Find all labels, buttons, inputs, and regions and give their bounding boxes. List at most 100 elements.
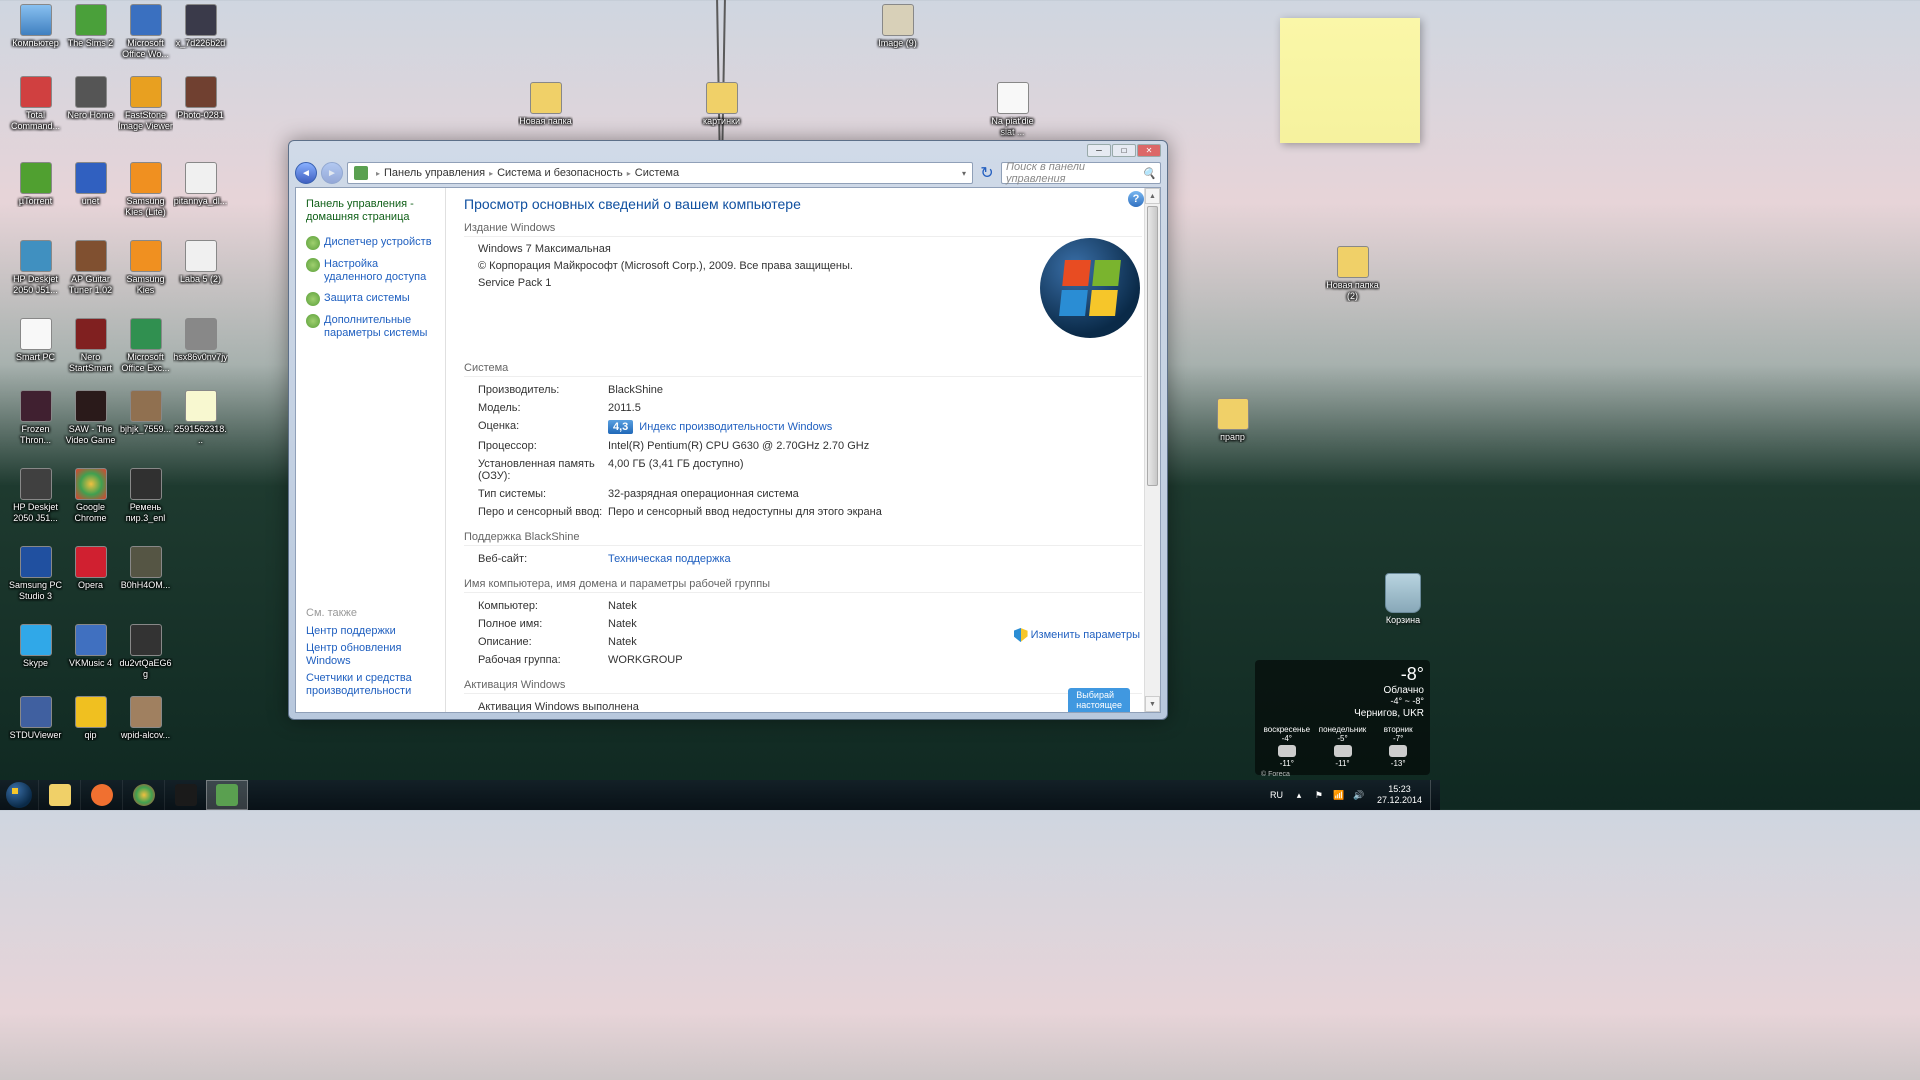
desktop-icon-photo[interactable]: Photo-0281 bbox=[173, 76, 228, 121]
desktop-icon-totalcmd[interactable]: Total Command... bbox=[8, 76, 63, 132]
support-link[interactable]: Техническая поддержка bbox=[608, 553, 1142, 565]
search-input[interactable]: Поиск в панели управления 🔍 bbox=[1001, 162, 1161, 184]
desktop-icon-vkmusic[interactable]: VKMusic 4 bbox=[63, 624, 118, 669]
desktop-icon-stdu[interactable]: STDUViewer bbox=[8, 696, 63, 741]
desktop-icon-doc3[interactable]: Na piat'die siat ... bbox=[985, 82, 1040, 138]
desktop-icon-folder2[interactable]: картинки bbox=[694, 82, 749, 127]
back-button[interactable]: ◄ bbox=[295, 162, 317, 184]
img8-icon bbox=[130, 696, 162, 728]
desktop-icon-hp2[interactable]: HP Deskjet 2050 J51... bbox=[8, 468, 63, 524]
desktop-icon-frozen[interactable]: Frozen Thron... bbox=[8, 390, 63, 446]
shield-icon bbox=[306, 236, 320, 250]
breadcrumb[interactable]: Система и безопасность bbox=[497, 167, 623, 179]
desktop-icon-word[interactable]: Microsoft Office Wo... bbox=[118, 4, 173, 60]
icon-label: STDUViewer bbox=[8, 730, 63, 741]
weather-gadget[interactable]: -8° Облачно -4° ~ -8° Чернигов, UKR воск… bbox=[1255, 660, 1430, 775]
sidebar-link[interactable]: Диспетчер устройств bbox=[306, 236, 435, 250]
section-header: Издание Windows bbox=[464, 222, 1142, 237]
change-settings-link[interactable]: Изменить параметры bbox=[1014, 628, 1140, 642]
chrome-taskbar-button[interactable] bbox=[122, 780, 164, 810]
sidebar-link[interactable]: Настройка удаленного доступа bbox=[306, 258, 435, 284]
sidebar-link[interactable]: Дополнительные параметры системы bbox=[306, 314, 435, 340]
action-center-icon[interactable]: ⚑ bbox=[1311, 787, 1327, 803]
desktop-icon-qip[interactable]: qip bbox=[63, 696, 118, 741]
desktop-icon-faststone[interactable]: FastStone Image Viewer bbox=[118, 76, 173, 132]
start-button[interactable] bbox=[0, 780, 38, 810]
breadcrumb[interactable]: Система bbox=[635, 167, 679, 179]
desktop-icon-img3[interactable]: bjhjk_7559... bbox=[118, 390, 173, 435]
desktop-icon-unet[interactable]: unet bbox=[63, 162, 118, 207]
section-header: Активация Windows bbox=[464, 679, 1142, 694]
system-tray: RU ▴ ⚑ 📶 🔊 15:23 27.12.2014 bbox=[1264, 780, 1440, 810]
desktop-icon-excel[interactable]: Microsoft Office Exc... bbox=[118, 318, 173, 374]
sidebar-link[interactable]: Защита системы bbox=[306, 292, 435, 306]
scrollbar[interactable]: ▲ ▼ bbox=[1144, 188, 1160, 712]
forecast-day: понедельник-5°-11° bbox=[1317, 725, 1369, 768]
scroll-thumb[interactable] bbox=[1147, 206, 1158, 486]
desktop-icon-img6[interactable]: B0hH4OM... bbox=[118, 546, 173, 591]
desktop-icon-img2[interactable]: hsx86v0nv7jy bbox=[173, 318, 228, 363]
show-desktop-button[interactable] bbox=[1430, 780, 1440, 810]
scroll-down-button[interactable]: ▼ bbox=[1145, 696, 1160, 712]
computer-icon bbox=[20, 4, 52, 36]
network-icon[interactable]: 📶 bbox=[1331, 787, 1347, 803]
desktop-icon-pcstudio[interactable]: Samsung PC Studio 3 bbox=[8, 546, 63, 602]
icon-label: Na piat'die siat ... bbox=[985, 116, 1040, 138]
desktop-icon-folder3[interactable]: Новая папка (2) bbox=[1325, 246, 1380, 302]
volume-icon[interactable]: 🔊 bbox=[1351, 787, 1367, 803]
icon-label: Microsoft Office Exc... bbox=[118, 352, 173, 374]
desktop-icon-utorrent[interactable]: µTorrent bbox=[8, 162, 63, 207]
desktop-icon-doc1[interactable]: pitannya_dl... bbox=[173, 162, 228, 207]
desktop-icon-img9[interactable]: Image (9) bbox=[870, 4, 925, 49]
scroll-up-button[interactable]: ▲ bbox=[1145, 188, 1160, 204]
refresh-button[interactable]: ↻ bbox=[977, 163, 997, 183]
desktop-icon-img4[interactable]: 2591562318... bbox=[173, 390, 228, 446]
desktop-icon-nerostart[interactable]: Nero StartSmart bbox=[63, 318, 118, 374]
maximize-button[interactable]: □ bbox=[1112, 144, 1136, 157]
icon-label: Google Chrome bbox=[63, 502, 118, 524]
desktop-icon-folder1[interactable]: Новая папка bbox=[518, 82, 573, 127]
forward-button[interactable]: ► bbox=[321, 162, 343, 184]
opera-icon bbox=[75, 546, 107, 578]
desktop-icon-img1[interactable]: x_7d226b2d bbox=[173, 4, 228, 49]
img5-icon bbox=[130, 468, 162, 500]
desktop-icon-sims2[interactable]: The Sims 2 bbox=[63, 4, 118, 49]
explorer-taskbar-button[interactable] bbox=[38, 780, 80, 810]
sticky-note[interactable] bbox=[1280, 18, 1420, 143]
desktop-icon-kieslite[interactable]: Samsung Kies (Lite) bbox=[118, 162, 173, 218]
minimize-button[interactable]: ─ bbox=[1087, 144, 1111, 157]
desktop-icon-skype[interactable]: Skype bbox=[8, 624, 63, 669]
help-icon[interactable]: ? bbox=[1128, 191, 1144, 207]
desktop-icon-smartpc[interactable]: Smart PC bbox=[8, 318, 63, 363]
desktop-icon-img7[interactable]: du2vtQaEG6g bbox=[118, 624, 173, 680]
app-taskbar-button[interactable] bbox=[164, 780, 206, 810]
icon-label: Новая папка bbox=[518, 116, 573, 127]
desktop-icon-guitar[interactable]: AP Guitar Tuner 1.02 bbox=[63, 240, 118, 296]
clock[interactable]: 15:23 27.12.2014 bbox=[1369, 784, 1430, 806]
desktop-icon-saw[interactable]: SAW - The Video Game bbox=[63, 390, 118, 446]
close-button[interactable]: ✕ bbox=[1137, 144, 1161, 157]
breadcrumb-bar[interactable]: ▸ Панель управления ▸ Система и безопасн… bbox=[347, 162, 973, 184]
desktop-icon-folder4[interactable]: прапр bbox=[1205, 398, 1260, 443]
desktop-icon-img8[interactable]: wpid-alcov... bbox=[118, 696, 173, 741]
breadcrumb[interactable]: Панель управления bbox=[384, 167, 485, 179]
see-also-link[interactable]: Центр поддержки bbox=[306, 625, 446, 638]
desktop-icon-nero[interactable]: Nero Home bbox=[63, 76, 118, 121]
desktop-icon-opera[interactable]: Opera bbox=[63, 546, 118, 591]
control-panel-home-link[interactable]: Панель управления - домашняя страница bbox=[306, 198, 435, 224]
desktop-icon-hp1[interactable]: HP Deskjet 2050 J51... bbox=[8, 240, 63, 296]
see-also-link[interactable]: Центр обновления Windows bbox=[306, 642, 446, 668]
desktop-icon-computer[interactable]: Компьютер bbox=[8, 4, 63, 49]
desktop-icon-img5[interactable]: Ремень пир.3_enl bbox=[118, 468, 173, 524]
desktop-icon-doc2[interactable]: Laba 5 (2) bbox=[173, 240, 228, 285]
language-indicator[interactable]: RU bbox=[1264, 790, 1289, 800]
performance-index-link[interactable]: Индекс производительности Windows bbox=[639, 421, 832, 433]
genuine-banner[interactable]: Выбирайнастоящее bbox=[1068, 688, 1130, 712]
tray-chevron-icon[interactable]: ▴ bbox=[1291, 787, 1307, 803]
see-also-link[interactable]: Счетчики и средства производительности bbox=[306, 672, 446, 698]
recycle-bin[interactable]: Корзина bbox=[1378, 573, 1428, 625]
desktop-icon-kies[interactable]: Samsung Kies bbox=[118, 240, 173, 296]
desktop-icon-chrome[interactable]: Google Chrome bbox=[63, 468, 118, 524]
mediaplayer-taskbar-button[interactable] bbox=[80, 780, 122, 810]
control-panel-taskbar-button[interactable] bbox=[206, 780, 248, 810]
